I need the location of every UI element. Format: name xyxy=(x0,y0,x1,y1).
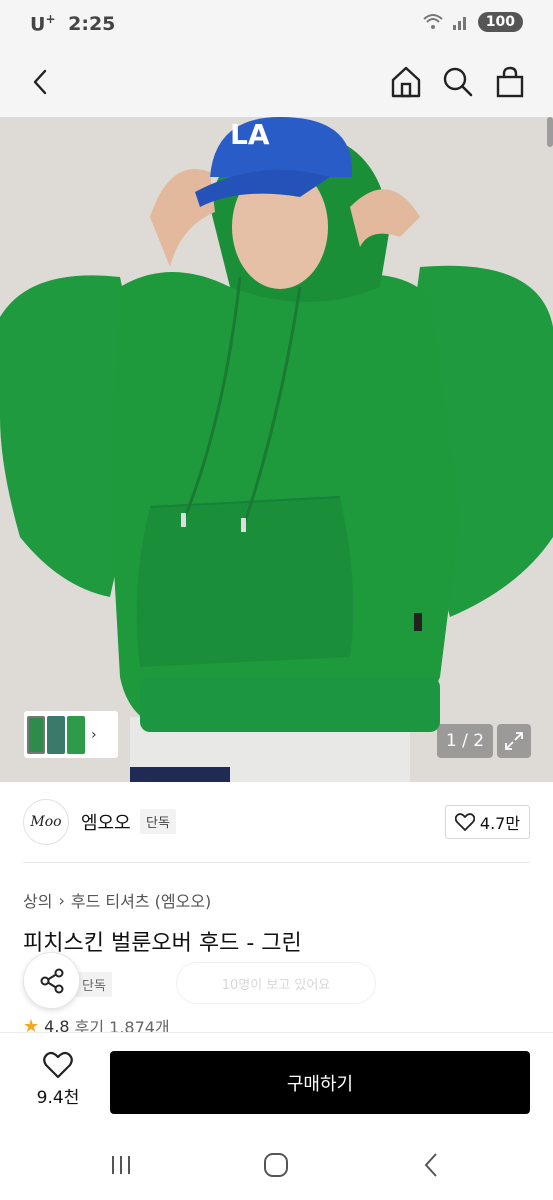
thumbnail-strip[interactable]: › xyxy=(24,711,118,758)
exclusive-badge-secondary: 단독 xyxy=(76,972,112,997)
chevron-right-icon[interactable]: › xyxy=(91,727,97,743)
breadcrumb-subcategory[interactable]: 후드 티셔츠 (엠오오) xyxy=(71,888,211,912)
thumbnail-1[interactable] xyxy=(27,715,45,754)
heart-icon xyxy=(454,813,475,831)
home-nav-button[interactable] xyxy=(256,1148,296,1182)
thumbnail-3[interactable] xyxy=(67,715,85,754)
divider xyxy=(23,862,530,863)
scroll-indicator xyxy=(547,117,553,147)
home-circle-icon xyxy=(264,1153,288,1177)
home-button[interactable] xyxy=(386,62,426,102)
status-icons: 100 xyxy=(422,12,523,32)
thumbnail-2[interactable] xyxy=(47,715,65,754)
top-header xyxy=(0,50,553,117)
carrier-time: U+ 2:25 xyxy=(30,12,115,35)
signal-icon xyxy=(452,17,466,30)
search-icon xyxy=(443,67,473,97)
brand-like-count: 4.7만 xyxy=(479,814,521,833)
product-photo: LA xyxy=(0,117,553,782)
wifi-icon xyxy=(423,14,443,29)
svg-text:LA: LA xyxy=(230,118,270,151)
shopping-bag-button[interactable] xyxy=(490,62,530,102)
clock: 2:25 xyxy=(68,13,116,36)
wishlist-button[interactable]: 9.4천 xyxy=(28,1051,88,1115)
share-icon xyxy=(40,968,63,993)
brand-logo[interactable]: Moo xyxy=(23,799,69,845)
system-nav-bar xyxy=(0,1130,553,1200)
home-icon xyxy=(391,66,421,98)
brand-row: Moo 엠오오 단독 4.7만 xyxy=(23,797,530,845)
carrier-sup: + xyxy=(45,12,56,26)
expand-icon xyxy=(505,732,523,750)
breadcrumb: 상의 › 후드 티셔츠 (엠오오) xyxy=(23,888,211,912)
search-button[interactable] xyxy=(438,62,478,102)
recent-apps-button[interactable] xyxy=(101,1148,141,1182)
wishlist-count: 9.4천 xyxy=(36,1088,80,1108)
brand-logo-text: Moo xyxy=(30,814,62,830)
recent-apps-icon xyxy=(112,1156,130,1174)
buy-button[interactable]: 구매하기 xyxy=(110,1051,530,1114)
back-nav-icon xyxy=(424,1153,437,1177)
brand-like-button[interactable]: 4.7만 xyxy=(445,805,530,839)
status-bar: U+ 2:25 100 xyxy=(0,0,553,50)
back-arrow-icon xyxy=(33,69,47,95)
image-counter: 1 / 2 xyxy=(437,724,493,758)
brand-name[interactable]: 엠오오 xyxy=(81,809,131,835)
battery-indicator: 100 xyxy=(477,12,523,32)
viewers-pill: 10명이 보고 있어요 xyxy=(176,962,376,1004)
back-nav-button[interactable] xyxy=(411,1148,451,1182)
exclusive-badge: 단독 xyxy=(140,809,176,834)
back-button[interactable] xyxy=(20,62,60,102)
share-button[interactable] xyxy=(23,952,80,1009)
product-title: 피치스킨 벌룬오버 후드 - 그린 xyxy=(23,931,302,956)
product-image-gallery[interactable]: LA › 1 / 2 xyxy=(0,117,553,782)
expand-button[interactable] xyxy=(497,724,531,758)
breadcrumb-category[interactable]: 상의 xyxy=(23,888,52,912)
shopping-bag-icon xyxy=(496,66,524,98)
heart-icon xyxy=(43,1051,73,1079)
chevron-right-icon: › xyxy=(58,890,65,910)
bottom-action-bar: 9.4천 구매하기 xyxy=(0,1032,553,1130)
carrier-label: U xyxy=(30,13,46,36)
